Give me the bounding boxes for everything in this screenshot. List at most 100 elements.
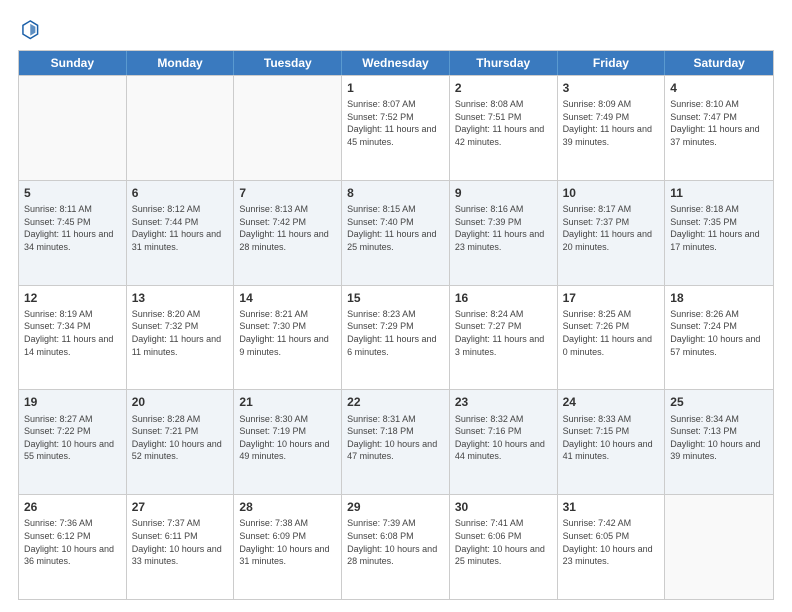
cell-day-number: 3 bbox=[563, 80, 660, 96]
cell-day-number: 23 bbox=[455, 394, 552, 410]
calendar-cell-2-3: 15Sunrise: 8:23 AMSunset: 7:29 PMDayligh… bbox=[342, 286, 450, 390]
cell-info: Sunrise: 7:41 AMSunset: 6:06 PMDaylight:… bbox=[455, 517, 552, 567]
calendar-cell-4-0: 26Sunrise: 7:36 AMSunset: 6:12 PMDayligh… bbox=[19, 495, 127, 599]
calendar-cell-4-3: 29Sunrise: 7:39 AMSunset: 6:08 PMDayligh… bbox=[342, 495, 450, 599]
header-day-tuesday: Tuesday bbox=[234, 51, 342, 75]
calendar-header: SundayMondayTuesdayWednesdayThursdayFrid… bbox=[19, 51, 773, 75]
header-day-saturday: Saturday bbox=[665, 51, 773, 75]
cell-day-number: 25 bbox=[670, 394, 768, 410]
cell-day-number: 9 bbox=[455, 185, 552, 201]
cell-day-number: 14 bbox=[239, 290, 336, 306]
calendar-cell-3-6: 25Sunrise: 8:34 AMSunset: 7:13 PMDayligh… bbox=[665, 390, 773, 494]
cell-info: Sunrise: 7:38 AMSunset: 6:09 PMDaylight:… bbox=[239, 517, 336, 567]
cell-info: Sunrise: 8:21 AMSunset: 7:30 PMDaylight:… bbox=[239, 308, 336, 358]
calendar-cell-2-0: 12 Sunrise: 8:19 AMSunset: 7:34 PMDayligh… bbox=[19, 286, 127, 390]
cell-day-number: 7 bbox=[239, 185, 336, 201]
calendar-cell-3-3: 22Sunrise: 8:31 AMSunset: 7:18 PMDayligh… bbox=[342, 390, 450, 494]
calendar-cell-1-1: 6 Sunrise: 8:12 AMSunset: 7:44 PMDaylight… bbox=[127, 181, 235, 285]
calendar-cell-0-6: 4 Sunrise: 8:10 AMSunset: 7:47 PMDaylight… bbox=[665, 76, 773, 180]
cell-day-number: 16 bbox=[455, 290, 552, 306]
cell-info: Sunrise: 8:08 AMSunset: 7:51 PMDaylight:… bbox=[455, 98, 552, 148]
calendar-cell-4-4: 30 Sunrise: 7:41 AMSunset: 6:06 PMDayligh… bbox=[450, 495, 558, 599]
calendar-cell-1-6: 11 Sunrise: 8:18 AMSunset: 7:35 PMDayligh… bbox=[665, 181, 773, 285]
header-day-monday: Monday bbox=[127, 51, 235, 75]
calendar-cell-4-1: 27Sunrise: 7:37 AMSunset: 6:11 PMDayligh… bbox=[127, 495, 235, 599]
cell-info: Sunrise: 8:13 AMSunset: 7:42 PMDaylight:… bbox=[239, 203, 336, 253]
cell-day-number: 1 bbox=[347, 80, 444, 96]
logo-icon bbox=[20, 18, 42, 40]
cell-info: Sunrise: 8:19 AMSunset: 7:34 PMDaylight:… bbox=[24, 308, 121, 358]
cell-info: Sunrise: 8:12 AMSunset: 7:44 PMDaylight:… bbox=[132, 203, 229, 253]
cell-day-number: 2 bbox=[455, 80, 552, 96]
cell-info: Sunrise: 8:07 AMSunset: 7:52 PMDaylight:… bbox=[347, 98, 444, 148]
cell-info: Sunrise: 8:20 AMSunset: 7:32 PMDaylight:… bbox=[132, 308, 229, 358]
header-day-sunday: Sunday bbox=[19, 51, 127, 75]
cell-info: Sunrise: 8:31 AMSunset: 7:18 PMDaylight:… bbox=[347, 413, 444, 463]
calendar-cell-3-1: 20 Sunrise: 8:28 AMSunset: 7:21 PMDayligh… bbox=[127, 390, 235, 494]
calendar-cell-1-2: 7 Sunrise: 8:13 AMSunset: 7:42 PMDaylight… bbox=[234, 181, 342, 285]
logo bbox=[18, 18, 44, 40]
cell-day-number: 21 bbox=[239, 394, 336, 410]
calendar-cell-1-5: 10Sunrise: 8:17 AMSunset: 7:37 PMDayligh… bbox=[558, 181, 666, 285]
calendar-row-2: 12 Sunrise: 8:19 AMSunset: 7:34 PMDayligh… bbox=[19, 285, 773, 390]
calendar-cell-2-2: 14 Sunrise: 8:21 AMSunset: 7:30 PMDayligh… bbox=[234, 286, 342, 390]
calendar-cell-0-3: 1 Sunrise: 8:07 AMSunset: 7:52 PMDaylight… bbox=[342, 76, 450, 180]
cell-day-number: 17 bbox=[563, 290, 660, 306]
cell-info: Sunrise: 8:09 AMSunset: 7:49 PMDaylight:… bbox=[563, 98, 660, 148]
calendar-cell-0-1 bbox=[127, 76, 235, 180]
calendar-cell-1-0: 5 Sunrise: 8:11 AMSunset: 7:45 PMDaylight… bbox=[19, 181, 127, 285]
calendar-row-1: 5 Sunrise: 8:11 AMSunset: 7:45 PMDaylight… bbox=[19, 180, 773, 285]
calendar-cell-3-5: 24 Sunrise: 8:33 AMSunset: 7:15 PMDayligh… bbox=[558, 390, 666, 494]
cell-info: Sunrise: 8:11 AMSunset: 7:45 PMDaylight:… bbox=[24, 203, 121, 253]
calendar-cell-2-5: 17 Sunrise: 8:25 AMSunset: 7:26 PMDayligh… bbox=[558, 286, 666, 390]
header-day-thursday: Thursday bbox=[450, 51, 558, 75]
cell-day-number: 8 bbox=[347, 185, 444, 201]
calendar-row-0: 1 Sunrise: 8:07 AMSunset: 7:52 PMDaylight… bbox=[19, 75, 773, 180]
cell-day-number: 15 bbox=[347, 290, 444, 306]
cell-info: Sunrise: 8:30 AMSunset: 7:19 PMDaylight:… bbox=[239, 413, 336, 463]
cell-day-number: 6 bbox=[132, 185, 229, 201]
cell-day-number: 28 bbox=[239, 499, 336, 515]
calendar-body: 1 Sunrise: 8:07 AMSunset: 7:52 PMDaylight… bbox=[19, 75, 773, 599]
calendar-cell-4-6 bbox=[665, 495, 773, 599]
cell-info: Sunrise: 8:33 AMSunset: 7:15 PMDaylight:… bbox=[563, 413, 660, 463]
cell-day-number: 10 bbox=[563, 185, 660, 201]
calendar-cell-2-6: 18 Sunrise: 8:26 AMSunset: 7:24 PMDayligh… bbox=[665, 286, 773, 390]
cell-info: Sunrise: 8:25 AMSunset: 7:26 PMDaylight:… bbox=[563, 308, 660, 358]
cell-day-number: 13 bbox=[132, 290, 229, 306]
calendar-cell-0-4: 2 Sunrise: 8:08 AMSunset: 7:51 PMDaylight… bbox=[450, 76, 558, 180]
cell-day-number: 20 bbox=[132, 394, 229, 410]
cell-day-number: 30 bbox=[455, 499, 552, 515]
cell-day-number: 26 bbox=[24, 499, 121, 515]
cell-info: Sunrise: 8:10 AMSunset: 7:47 PMDaylight:… bbox=[670, 98, 768, 148]
calendar-cell-4-2: 28 Sunrise: 7:38 AMSunset: 6:09 PMDayligh… bbox=[234, 495, 342, 599]
cell-info: Sunrise: 7:42 AMSunset: 6:05 PMDaylight:… bbox=[563, 517, 660, 567]
cell-day-number: 12 bbox=[24, 290, 121, 306]
cell-info: Sunrise: 8:26 AMSunset: 7:24 PMDaylight:… bbox=[670, 308, 768, 358]
calendar-cell-1-3: 8 Sunrise: 8:15 AMSunset: 7:40 PMDaylight… bbox=[342, 181, 450, 285]
cell-day-number: 5 bbox=[24, 185, 121, 201]
cell-day-number: 18 bbox=[670, 290, 768, 306]
calendar-cell-3-4: 23 Sunrise: 8:32 AMSunset: 7:16 PMDayligh… bbox=[450, 390, 558, 494]
cell-info: Sunrise: 8:24 AMSunset: 7:27 PMDaylight:… bbox=[455, 308, 552, 358]
cell-info: Sunrise: 7:37 AMSunset: 6:11 PMDaylight:… bbox=[132, 517, 229, 567]
cell-info: Sunrise: 8:32 AMSunset: 7:16 PMDaylight:… bbox=[455, 413, 552, 463]
calendar-cell-3-0: 19Sunrise: 8:27 AMSunset: 7:22 PMDayligh… bbox=[19, 390, 127, 494]
calendar-row-4: 26Sunrise: 7:36 AMSunset: 6:12 PMDayligh… bbox=[19, 494, 773, 599]
cell-day-number: 24 bbox=[563, 394, 660, 410]
calendar-row-3: 19Sunrise: 8:27 AMSunset: 7:22 PMDayligh… bbox=[19, 389, 773, 494]
calendar-cell-0-0 bbox=[19, 76, 127, 180]
cell-day-number: 4 bbox=[670, 80, 768, 96]
cell-info: Sunrise: 8:28 AMSunset: 7:21 PMDaylight:… bbox=[132, 413, 229, 463]
calendar-cell-1-4: 9Sunrise: 8:16 AMSunset: 7:39 PMDaylight… bbox=[450, 181, 558, 285]
calendar-cell-2-4: 16 Sunrise: 8:24 AMSunset: 7:27 PMDayligh… bbox=[450, 286, 558, 390]
header-day-friday: Friday bbox=[558, 51, 666, 75]
header-day-wednesday: Wednesday bbox=[342, 51, 450, 75]
cell-info: Sunrise: 8:18 AMSunset: 7:35 PMDaylight:… bbox=[670, 203, 768, 253]
cell-info: Sunrise: 8:15 AMSunset: 7:40 PMDaylight:… bbox=[347, 203, 444, 253]
cell-day-number: 11 bbox=[670, 185, 768, 201]
cell-day-number: 29 bbox=[347, 499, 444, 515]
page-header bbox=[18, 18, 774, 40]
calendar-cell-3-2: 21 Sunrise: 8:30 AMSunset: 7:19 PMDayligh… bbox=[234, 390, 342, 494]
cell-day-number: 19 bbox=[24, 394, 121, 410]
